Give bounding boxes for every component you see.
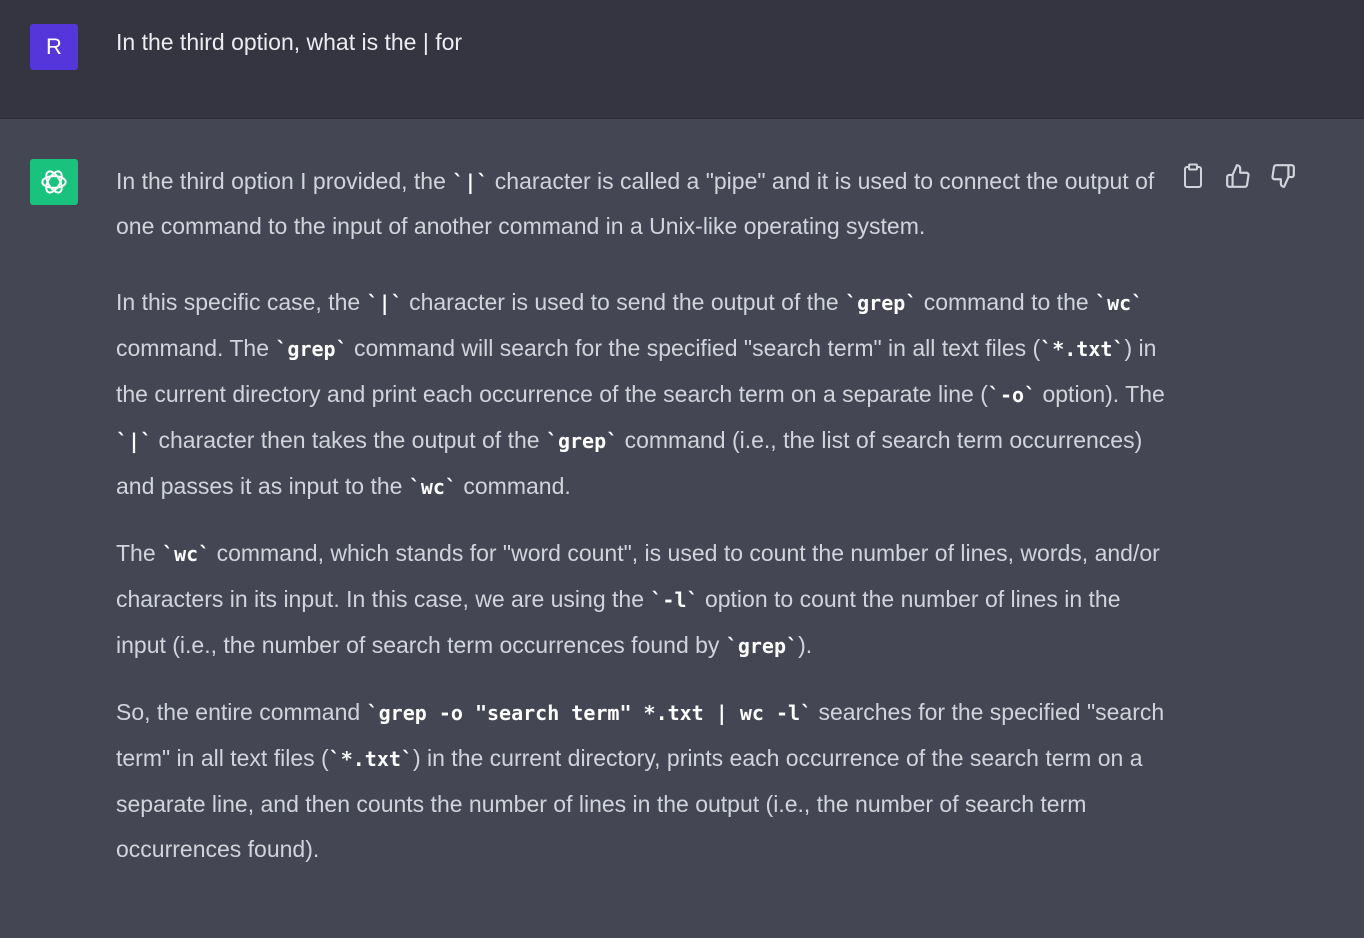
openai-logo-icon [41,170,67,194]
thumbs-down-icon [1271,164,1295,188]
answer-text: character is used to send the output of … [402,289,846,315]
assistant-avatar [30,159,78,205]
inline-code: `|` [366,291,403,315]
answer-text: command. [456,473,571,499]
inline-code: `wc` [1095,291,1144,315]
assistant-answer: In the third option I provided, the `|` … [116,159,1166,893]
inline-code: `|` [116,429,153,453]
user-message-text: In the third option, what is the | for [116,29,463,55]
inline-code: `grep` [725,634,799,658]
inline-code: `-l` [650,588,699,612]
answer-text: So, the entire command [116,699,367,725]
inline-code: `grep` [275,337,348,361]
answer-text: character then takes the output of the [152,427,546,453]
answer-paragraph: So, the entire command `grep -o "search … [116,690,1166,872]
answer-paragraph: The `wc` command, which stands for "word… [116,531,1166,669]
assistant-message-row: In the third option I provided, the `|` … [0,119,1364,938]
message-actions [1178,161,1308,195]
user-message-row: R In the third option, what is the | for [0,0,1364,119]
answer-text: ). [798,632,813,658]
inline-code: `*.txt` [1040,337,1125,361]
inline-code: `-o` [987,383,1037,407]
answer-text: option). The [1036,381,1165,407]
answer-paragraph: In this specific case, the `|` character… [116,280,1166,510]
answer-text: command will search for the specified "s… [347,335,1041,361]
inline-code: `grep -o "search term" *.txt | wc -l` [366,701,813,725]
inline-code: `wc` [162,542,211,566]
answer-text: In this specific case, the [116,289,367,315]
inline-code: `grep` [845,291,918,315]
answer-text: command to the [917,289,1096,315]
inline-code: `*.txt` [328,747,413,771]
thumbs-down-button[interactable] [1268,161,1298,191]
answer-text: The [116,540,163,566]
answer-paragraph: In the third option I provided, the `|` … [116,159,1166,248]
copy-icon [1184,163,1202,188]
inline-code: `grep` [545,429,619,453]
thumbs-up-icon [1226,164,1250,188]
user-avatar: R [30,24,78,70]
copy-button[interactable] [1178,161,1208,191]
inline-code: `wc` [408,475,457,499]
inline-code: `|` [452,170,489,194]
thumbs-up-button[interactable] [1223,161,1253,191]
answer-text: command. The [116,335,276,361]
answer-text: In the third option I provided, the [116,168,453,194]
